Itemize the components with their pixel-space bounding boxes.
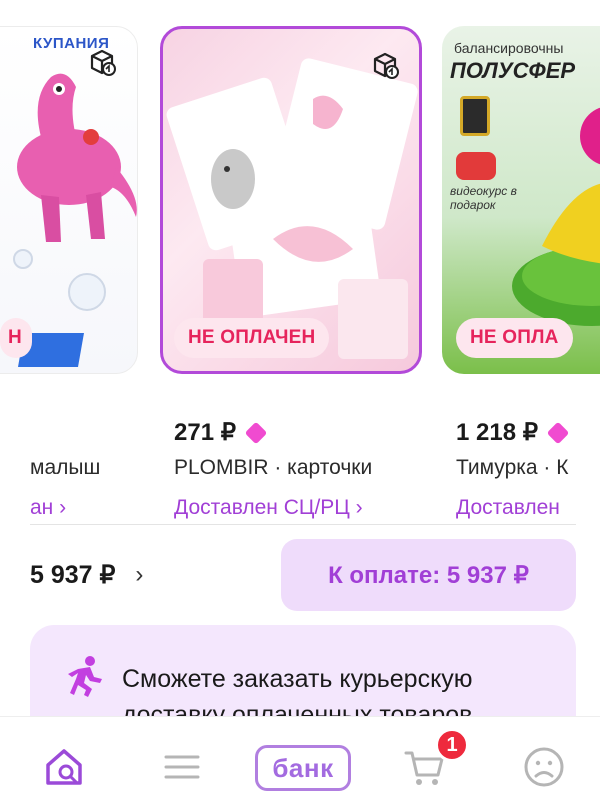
product-status-link-3[interactable]: Доставлен [456, 496, 600, 520]
product-status-link-2[interactable]: Доставлен СЦ/РЦ › [174, 496, 414, 520]
chevron-right-icon: › [135, 561, 144, 588]
menu-icon [164, 755, 200, 779]
order-total[interactable]: 5 937 ₽ › [30, 560, 143, 590]
box-return-icon-2b[interactable] [364, 44, 400, 80]
payment-status-badge-2: НЕ ОПЛАЧЕН [174, 318, 330, 358]
tab-bank[interactable]: банк [255, 745, 351, 791]
product-price-3: 1 218 ₽ [456, 418, 570, 447]
loyalty-diamond-icon [244, 421, 268, 444]
payment-status-badge-1: Н [0, 318, 32, 358]
bottom-tab-bar: банк [0, 716, 600, 811]
box-return-icon-1[interactable] [84, 44, 120, 80]
tab-profile[interactable] [518, 741, 570, 793]
product-seller-2: PLOMBIR · карточки [174, 456, 373, 479]
pay-button[interactable]: К оплате: 5 937 ₽ [281, 539, 576, 611]
product-price-value-3: 1 218 ₽ [456, 419, 538, 446]
order-total-amount: 5 937 ₽ [30, 561, 116, 589]
product-price-value-2: 271 ₽ [174, 419, 236, 446]
home-search-icon [46, 749, 82, 785]
product-seller-1: малыш [30, 456, 101, 479]
section-divider [30, 524, 576, 525]
payment-status-badge-3: НЕ ОПЛА [456, 318, 573, 358]
profile-face-icon [524, 747, 564, 787]
tab-catalog[interactable] [156, 741, 208, 793]
loyalty-diamond-icon-3 [546, 421, 570, 444]
runner-icon [68, 656, 102, 697]
product-price-2: 271 ₽ [174, 418, 268, 447]
product-seller-3: Тимурка · К [456, 456, 569, 479]
product-carousel[interactable]: КУПАНИЯ Н малыш ан › НЕ ОПЛАЧЕН 271 ₽ PL… [0, 0, 600, 520]
tab-home-search[interactable] [38, 741, 90, 793]
product-status-link-1[interactable]: ан › [30, 496, 128, 520]
cart-count-badge: 1 [435, 728, 469, 762]
